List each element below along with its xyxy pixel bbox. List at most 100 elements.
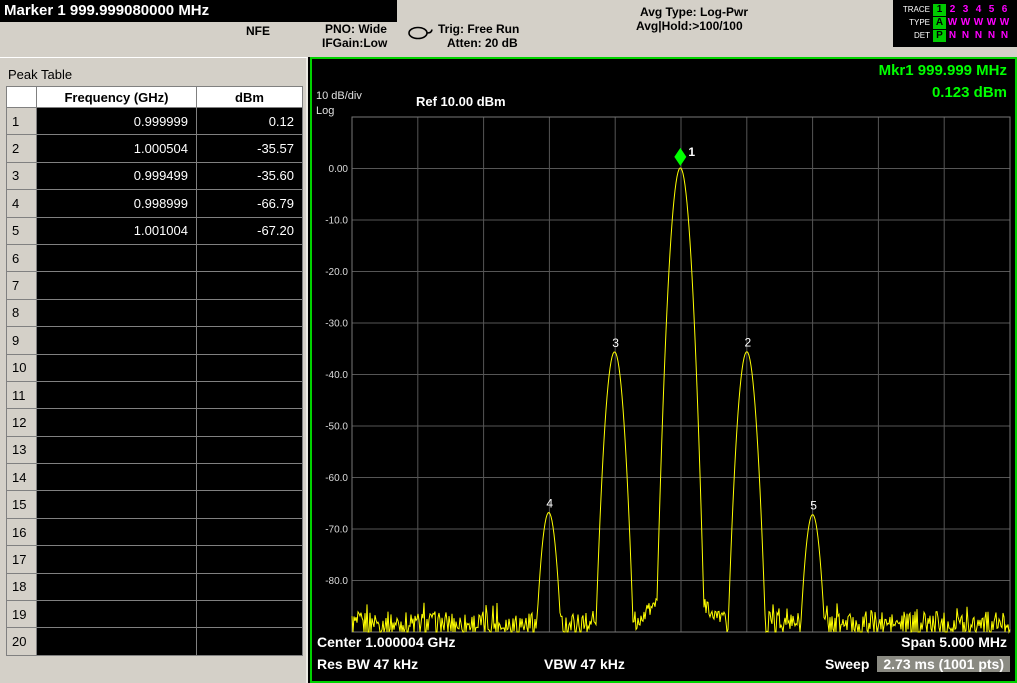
avg-type-setting[interactable]: Avg Type: Log-Pwr — [640, 6, 748, 19]
marker-title-bar[interactable]: Marker 1 999.999080000 MHz — [0, 0, 397, 22]
peak-table-row: 30.999499-35.60 — [7, 162, 303, 189]
peak-table-row: 10 — [7, 354, 303, 381]
dbm-cell: -66.79 — [197, 190, 303, 217]
sweep-annotation[interactable]: Sweep 2.73 ms (1001 pts) — [825, 656, 1010, 672]
peak-number-label: 3 — [612, 336, 619, 350]
peak-table-row: 16 — [7, 518, 303, 545]
scale-type-label[interactable]: Log — [316, 105, 334, 117]
frequency-cell: 0.999999 — [37, 108, 197, 135]
y-axis-tick-label: 0.00 — [329, 164, 349, 175]
y-axis-tick-label: -20.0 — [325, 267, 348, 278]
dbm-cell — [197, 573, 303, 600]
trace-legend-cell[interactable]: 2 — [946, 4, 959, 16]
trace-legend[interactable]: TRACE123456TYPEAWWWWWDETPNNNNN — [893, 0, 1017, 47]
frequency-cell — [37, 244, 197, 271]
trace-legend-cell[interactable]: W — [972, 17, 985, 29]
peak-table-row: 14 — [7, 464, 303, 491]
frequency-cell: 1.000504 — [37, 135, 197, 162]
pno-setting[interactable]: PNO: Wide — [325, 23, 387, 36]
trace-legend-cell[interactable]: W — [998, 17, 1011, 29]
peak-table-row: 51.001004-67.20 — [7, 217, 303, 244]
trace-legend-row: DETPNNNNN — [893, 29, 1017, 42]
trace-legend-cell[interactable]: 6 — [998, 4, 1011, 16]
trace-legend-cell[interactable]: 5 — [985, 4, 998, 16]
rbw-label[interactable]: Res BW 47 kHz — [317, 656, 418, 672]
peak-table-row: 6 — [7, 244, 303, 271]
scale-per-div-label[interactable]: 10 dB/div — [316, 90, 362, 102]
trace-legend-active-cell[interactable]: A — [933, 17, 946, 29]
settings-bar: Marker 1 999.999080000 MHz NFE PNO: Wide… — [0, 0, 1017, 57]
trace-legend-cell[interactable]: 4 — [972, 4, 985, 16]
trace-legend-active-cell[interactable]: P — [933, 30, 946, 42]
row-number-cell: 14 — [7, 464, 37, 491]
dbm-cell — [197, 628, 303, 655]
trace-legend-cell[interactable]: N — [959, 30, 972, 42]
atten-setting[interactable]: Atten: 20 dB — [447, 37, 518, 50]
row-number-cell: 20 — [7, 628, 37, 655]
peak-table-row: 13 — [7, 436, 303, 463]
marker-number-label: 1 — [688, 145, 695, 159]
y-axis-tick-label: -60.0 — [325, 473, 348, 484]
frequency-cell: 1.001004 — [37, 217, 197, 244]
dbm-cell: -67.20 — [197, 217, 303, 244]
row-number-cell: 2 — [7, 135, 37, 162]
marker-1-diamond[interactable] — [674, 148, 686, 166]
marker-frequency-readout[interactable]: Mkr1 999.999 MHz — [879, 62, 1007, 79]
trace-legend-cell[interactable]: W — [985, 17, 998, 29]
trace-legend-cell[interactable]: N — [946, 30, 959, 42]
peak-number-label: 2 — [744, 336, 751, 350]
trigger-setting[interactable]: Trig: Free Run — [438, 23, 519, 36]
y-axis-tick-label: -30.0 — [325, 319, 348, 330]
peak-table-row: 17 — [7, 546, 303, 573]
trace-legend-cell[interactable]: W — [959, 17, 972, 29]
frequency-cell — [37, 436, 197, 463]
avg-hold-setting[interactable]: Avg|Hold:>100/100 — [636, 20, 743, 33]
sweep-label: Sweep — [825, 656, 869, 672]
frequency-cell — [37, 491, 197, 518]
row-number-cell: 16 — [7, 518, 37, 545]
y-axis-tick-label: -40.0 — [325, 370, 348, 381]
vbw-label[interactable]: VBW 47 kHz — [544, 656, 625, 672]
ifgain-setting[interactable]: IFGain:Low — [322, 37, 387, 50]
trace-legend-cell[interactable]: 3 — [959, 4, 972, 16]
row-number-cell: 12 — [7, 409, 37, 436]
trace-legend-row: TRACE123456 — [893, 3, 1017, 16]
peak-table-title: Peak Table — [8, 67, 72, 82]
frequency-column-header: Frequency (GHz) — [37, 87, 197, 108]
dbm-cell — [197, 327, 303, 354]
center-frequency-label[interactable]: Center 1.000004 GHz — [317, 634, 456, 650]
frequency-cell — [37, 464, 197, 491]
trace-legend-cell[interactable]: N — [985, 30, 998, 42]
nfe-indicator[interactable]: NFE — [246, 25, 270, 38]
trace-legend-cell[interactable]: N — [972, 30, 985, 42]
dbm-cell — [197, 518, 303, 545]
peak-table-row: 11 — [7, 381, 303, 408]
dbm-cell — [197, 601, 303, 628]
speaker-icon[interactable] — [406, 25, 434, 41]
trace-legend-active-cell[interactable]: 1 — [933, 4, 946, 16]
row-number-cell: 18 — [7, 573, 37, 600]
peak-table: Frequency (GHz) dBm 10.9999990.1221.0005… — [6, 86, 303, 656]
row-number-cell: 7 — [7, 272, 37, 299]
frequency-cell — [37, 381, 197, 408]
dbm-cell: 0.12 — [197, 108, 303, 135]
peak-table-body: 10.9999990.1221.000504-35.5730.999499-35… — [7, 108, 303, 656]
frequency-cell — [37, 354, 197, 381]
frequency-cell — [37, 628, 197, 655]
trace-legend-cell[interactable]: N — [998, 30, 1011, 42]
row-number-cell: 13 — [7, 436, 37, 463]
trace-legend-cell[interactable]: W — [946, 17, 959, 29]
peak-table-row: 8 — [7, 299, 303, 326]
sweep-value[interactable]: 2.73 ms (1001 pts) — [877, 656, 1010, 672]
dbm-cell: -35.57 — [197, 135, 303, 162]
span-label[interactable]: Span 5.000 MHz — [901, 634, 1007, 650]
peak-number-label: 4 — [546, 496, 553, 510]
frequency-cell — [37, 327, 197, 354]
row-number-header — [7, 87, 37, 108]
ref-level-label[interactable]: Ref 10.00 dBm — [416, 94, 506, 109]
peak-table-row: 21.000504-35.57 — [7, 135, 303, 162]
peak-table-row: 40.998999-66.79 — [7, 190, 303, 217]
row-number-cell: 4 — [7, 190, 37, 217]
peak-table-row: 10.9999990.12 — [7, 108, 303, 135]
marker-readout-text: Marker 1 999.999080000 MHz — [4, 2, 209, 19]
